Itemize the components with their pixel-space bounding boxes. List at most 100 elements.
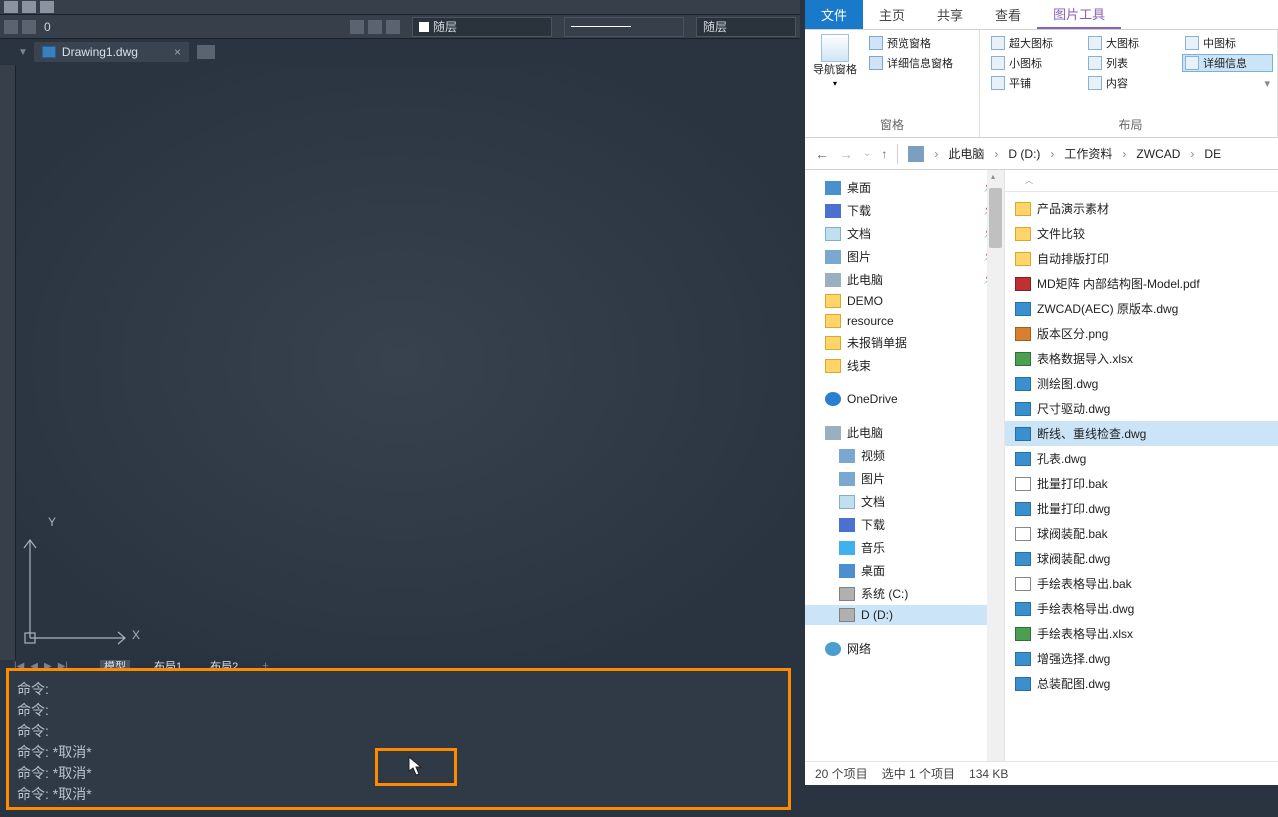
file-row[interactable]: 断线、重线检查.dwg [1005, 421, 1278, 446]
file-row[interactable]: 批量打印.dwg [1005, 496, 1278, 521]
cad-viewport[interactable]: X Y [0, 65, 800, 660]
layout-tiles[interactable]: 平铺 [988, 74, 1079, 92]
file-row[interactable]: 文件比较 [1005, 221, 1278, 246]
layout-content[interactable]: 内容 [1085, 74, 1176, 92]
file-row[interactable]: 自动排版打印 [1005, 246, 1278, 271]
cad-tab-drawing1[interactable]: Drawing1.dwg × [34, 42, 189, 62]
tree-network[interactable]: 网络 [805, 637, 1004, 660]
file-name: 断线、重线检查.dwg [1037, 425, 1146, 442]
tree-item[interactable]: 视频 [805, 444, 1004, 467]
breadcrumb[interactable]: 工作资料 [1064, 145, 1112, 162]
tree-item[interactable]: 图片 [805, 467, 1004, 490]
nav-pane-button[interactable]: 导航窗格 ▾ [813, 34, 857, 88]
nav-back[interactable]: ← [815, 146, 829, 162]
toolbar-icon[interactable] [40, 1, 54, 13]
files-list[interactable]: 产品演示素材文件比较自动排版打印MD矩阵 内部结构图-Model.pdfZWCA… [1005, 192, 1278, 761]
pc-icon [825, 426, 841, 440]
file-row[interactable]: 手绘表格导出.dwg [1005, 596, 1278, 621]
print-icon[interactable] [368, 20, 382, 34]
layout-list[interactable]: 列表 [1085, 54, 1176, 72]
tree-item[interactable]: 文档📌 [805, 222, 1004, 245]
file-row[interactable]: 总装配图.dwg [1005, 671, 1278, 696]
layer-icon[interactable] [4, 20, 18, 34]
details-pane-button[interactable]: 详细信息窗格 [867, 54, 955, 72]
tree-item[interactable]: D (D:) [805, 605, 1004, 625]
tree-item[interactable]: resource [805, 311, 1004, 331]
close-icon[interactable]: × [174, 45, 181, 59]
layout-xl-icons[interactable]: 超大图标 [988, 34, 1079, 52]
layout-l-icons[interactable]: 大图标 [1085, 34, 1176, 52]
line-sample [571, 26, 631, 27]
lineweight-dropdown[interactable] [564, 17, 684, 37]
tab-file[interactable]: 文件 [805, 0, 863, 29]
file-row[interactable]: ZWCAD(AEC) 原版本.dwg [1005, 296, 1278, 321]
layout-s-icons[interactable]: 小图标 [988, 54, 1079, 72]
tree-item[interactable]: 桌面 [805, 559, 1004, 582]
tree-item[interactable]: 下载 [805, 513, 1004, 536]
nav-up[interactable]: ↑ [881, 147, 887, 161]
file-row[interactable]: 孔表.dwg [1005, 446, 1278, 471]
tab-dropdown-icon[interactable]: ▼ [18, 47, 28, 58]
file-icon [1015, 527, 1031, 541]
explorer-tree[interactable]: 桌面📌下载📌文档📌图片📌此电脑📌DEMOresource未报销单据线束 OneD… [805, 170, 1005, 761]
toolbar-icon[interactable] [4, 1, 18, 13]
file-row[interactable]: 批量打印.bak [1005, 471, 1278, 496]
new-tab-button[interactable] [197, 45, 215, 59]
file-row[interactable]: 产品演示素材 [1005, 196, 1278, 221]
tree-item[interactable]: 线束 [805, 354, 1004, 377]
tree-item[interactable]: 系统 (C:) [805, 582, 1004, 605]
file-row[interactable]: 增强选择.dwg [1005, 646, 1278, 671]
layer-dropdown[interactable]: 随层 [412, 17, 552, 37]
tree-this-pc[interactable]: 此电脑 [805, 421, 1004, 444]
file-name: 批量打印.dwg [1037, 500, 1110, 517]
preview-pane-icon [869, 36, 883, 50]
layout-details[interactable]: 详细信息 [1182, 54, 1273, 72]
tree-item[interactable]: 文档 [805, 490, 1004, 513]
tree-item-icon [825, 273, 841, 287]
breadcrumb[interactable]: D (D:) [1008, 147, 1040, 161]
tree-item[interactable]: 未报销单据 [805, 331, 1004, 354]
file-row[interactable]: MD矩阵 内部结构图-Model.pdf [1005, 271, 1278, 296]
tab-picture-tools[interactable]: 图片工具 [1037, 0, 1121, 29]
tab-home[interactable]: 主页 [863, 0, 921, 29]
tree-item[interactable]: 图片📌 [805, 245, 1004, 268]
file-row[interactable]: 版本区分.png [1005, 321, 1278, 346]
preview-pane-button[interactable]: 预览窗格 [867, 34, 955, 52]
tree-item[interactable]: DEMO [805, 291, 1004, 311]
nav-history-chevron[interactable]: ⌄ [863, 148, 871, 159]
scroll-up-icon[interactable]: ▴ [991, 172, 995, 181]
ribbon-panes-group: 导航窗格 ▾ 预览窗格 详细信息窗格 窗格 [805, 30, 980, 137]
file-row[interactable]: 测绘图.dwg [1005, 371, 1278, 396]
file-row[interactable]: 尺寸驱动.dwg [1005, 396, 1278, 421]
file-row[interactable]: 球阀装配.dwg [1005, 546, 1278, 571]
file-row[interactable]: 表格数据导入.xlsx [1005, 346, 1278, 371]
breadcrumb[interactable]: ZWCAD [1136, 147, 1180, 161]
files-header[interactable]: ︿ 名称 [1005, 170, 1278, 192]
tree-item[interactable]: 下载📌 [805, 199, 1004, 222]
file-row[interactable]: 球阀装配.bak [1005, 521, 1278, 546]
file-row[interactable]: 手绘表格导出.bak [1005, 571, 1278, 596]
layout-more[interactable]: ▾ [1182, 76, 1273, 91]
layer-icon[interactable] [22, 20, 36, 34]
preview-pane-label: 预览窗格 [887, 35, 931, 51]
breadcrumb[interactable]: DE [1204, 147, 1221, 161]
chevron-down-icon: ▾ [833, 79, 837, 88]
cmd-line: 命令: [17, 721, 780, 742]
tree-item[interactable]: 此电脑📌 [805, 268, 1004, 291]
layout-m-icons[interactable]: 中图标 [1182, 34, 1273, 52]
command-panel[interactable]: 命令: 命令: 命令: 命令: *取消* 命令: *取消* 命令: *取消* [6, 668, 791, 810]
tree-scrollbar[interactable]: ▴ [987, 170, 1004, 761]
tab-view[interactable]: 查看 [979, 0, 1037, 29]
tree-item[interactable]: 音乐 [805, 536, 1004, 559]
breadcrumb[interactable]: 此电脑 [948, 145, 984, 162]
tree-onedrive[interactable]: OneDrive [805, 389, 1004, 409]
linetype-dropdown[interactable]: 随层 [696, 17, 796, 37]
tab-share[interactable]: 共享 [921, 0, 979, 29]
print-icon[interactable] [386, 20, 400, 34]
print-icon[interactable] [350, 20, 364, 34]
scrollbar-thumb[interactable] [989, 188, 1002, 248]
tree-item[interactable]: 桌面📌 [805, 176, 1004, 199]
nav-forward[interactable]: → [839, 146, 853, 162]
toolbar-icon[interactable] [22, 1, 36, 13]
file-row[interactable]: 手绘表格导出.xlsx [1005, 621, 1278, 646]
